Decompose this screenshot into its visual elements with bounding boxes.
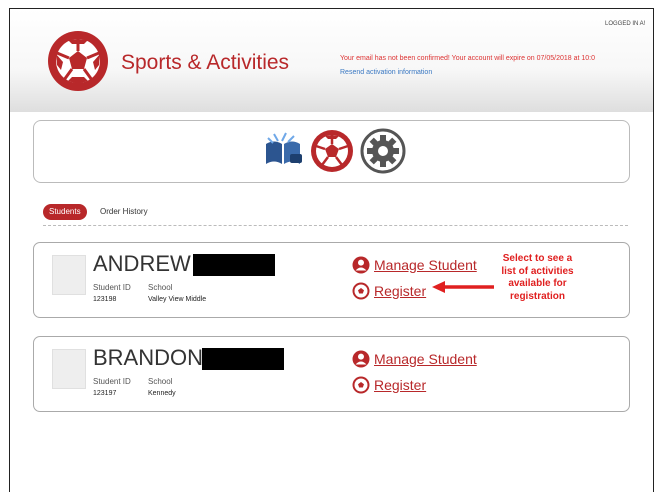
student-id-label: Student ID — [93, 377, 131, 386]
student-id-label: Student ID — [93, 283, 131, 292]
module-icon-bar — [33, 120, 630, 183]
browser-frame: Sports & Activities LOGGED IN A! Your em… — [9, 8, 654, 492]
register-label: Register — [374, 377, 427, 393]
annotation-callout: Select to see a list of activities avail… — [476, 253, 599, 303]
divider — [43, 225, 628, 226]
user-icon — [352, 256, 370, 274]
tab-students[interactable]: Students — [43, 204, 87, 220]
manage-student-link[interactable]: Manage Student — [352, 256, 477, 274]
register-label: Register — [374, 283, 427, 299]
register-link[interactable]: Register — [352, 282, 426, 300]
school-label: School — [148, 377, 173, 386]
annotation-line: list of activities — [501, 265, 574, 277]
student-name: BRANDON — [93, 345, 204, 370]
avatar — [52, 349, 86, 389]
user-icon — [352, 350, 370, 368]
avatar — [52, 255, 86, 295]
school-value: Kennedy — [148, 390, 176, 397]
manage-student-label: Manage Student — [374, 351, 477, 367]
tab-order-history[interactable]: Order History — [100, 204, 148, 220]
student-card: BRANDON Student ID School 123197 Kennedy… — [33, 336, 630, 412]
student-id-value: 123198 — [93, 296, 117, 303]
manage-student-label: Manage Student — [374, 257, 477, 273]
app-title: Sports & Activities — [121, 51, 290, 74]
soccer-ball-icon — [352, 376, 370, 394]
redacted-surname — [202, 348, 284, 370]
header: Sports & Activities LOGGED IN A! Your em… — [10, 9, 653, 112]
logged-in-status: LOGGED IN A! — [605, 21, 646, 27]
register-link[interactable]: Register — [352, 376, 426, 394]
resend-activation-link[interactable]: Resend activation information — [340, 69, 432, 76]
gear-icon[interactable] — [360, 128, 406, 174]
email-confirmation-alert: Your email has not been confirmed! Your … — [340, 55, 596, 62]
manage-student-link[interactable]: Manage Student — [352, 350, 477, 368]
soccer-ball-icon — [352, 282, 370, 300]
redacted-surname — [193, 254, 275, 276]
student-name: ANDREW — [93, 251, 191, 276]
student-id-value: 123197 — [93, 390, 117, 397]
soccer-ball-logo-icon[interactable] — [46, 29, 110, 93]
annotation-arrow-icon — [432, 281, 494, 293]
annotation-line: Select to see a — [502, 253, 573, 264]
book-icon[interactable] — [260, 128, 306, 174]
soccer-ball-icon[interactable] — [309, 128, 355, 174]
school-value: Valley View Middle — [148, 296, 207, 303]
school-label: School — [148, 283, 173, 292]
